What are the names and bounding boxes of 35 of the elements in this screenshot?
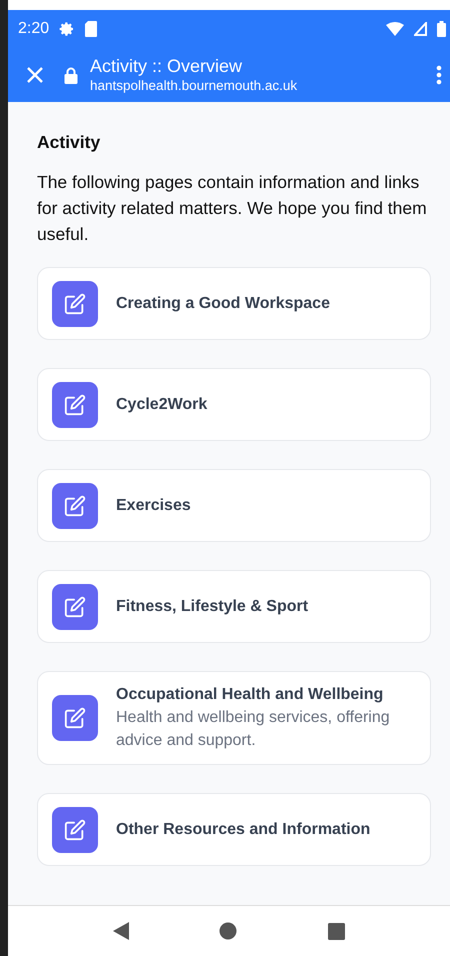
card-title: Occupational Health and Wellbeing [116,685,384,705]
more-icon[interactable] [436,65,442,85]
edit-icon [64,394,86,416]
page-title: Activity :: Overview [90,55,244,77]
edit-icon [64,292,86,314]
section-heading: Activity [37,132,102,153]
recents-icon[interactable] [328,922,345,940]
link-card[interactable]: Occupational Health and Wellbeing Health and wellbeing services, offering advice and support. [37,671,431,765]
link-card[interactable]: Fitness, Lifestyle & Sport [37,570,431,643]
page-url: hantspolhealth.bournemouth.ac.uk [90,77,298,95]
card-title: Fitness, Lifestyle & Sport [116,596,308,616]
lock-icon [64,66,78,84]
battery-icon [437,21,446,37]
link-card[interactable]: Creating a Good Workspace [37,267,431,340]
edit-icon [64,818,86,840]
close-icon[interactable] [26,66,44,84]
card-title: Other Resources and Information [116,820,370,840]
card-title: Creating a Good Workspace [116,294,330,314]
wifi-icon [386,22,404,36]
sd-card-icon [85,21,98,37]
card-description: Health and wellbeing services, offering advice and support. [116,708,391,751]
link-card[interactable]: Exercises [37,469,431,542]
signal-icon [414,22,427,36]
edit-icon [64,494,86,516]
link-card[interactable]: Cycle2Work [37,368,431,441]
intro-text: The following pages contain information and links for activity related matters. We hope you find them useful. [37,171,428,246]
card-title: Cycle2Work [116,394,208,414]
back-icon[interactable] [113,922,130,940]
edit-icon [64,707,86,729]
link-card[interactable]: Other Resources and Information [37,793,431,866]
home-icon[interactable] [219,922,238,940]
gear-icon [59,21,76,37]
status-time: 2:20 [18,20,50,38]
card-title: Exercises [116,496,191,516]
edit-icon [64,596,86,618]
